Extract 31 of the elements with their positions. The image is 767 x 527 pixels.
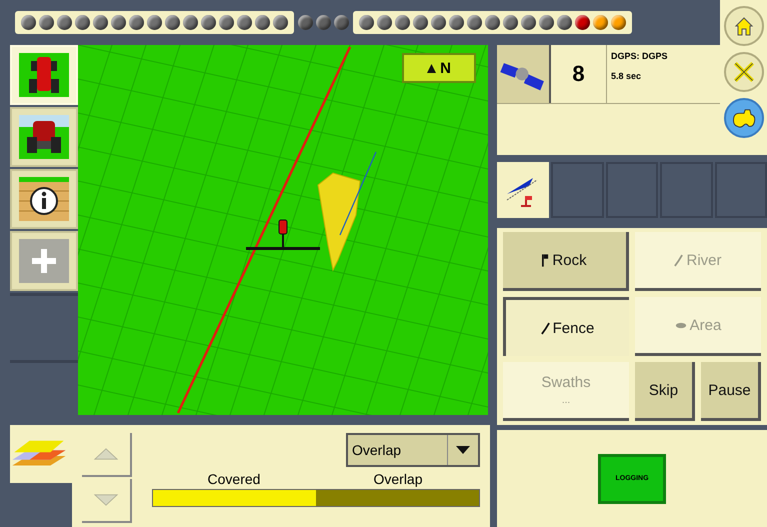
correction-age: 5.8 sec: [611, 71, 642, 81]
area-icon: [674, 322, 687, 328]
coverage-dropdown[interactable]: Overlap: [346, 433, 480, 467]
tractor-button[interactable]: [724, 98, 764, 138]
legend-label: Covered: [206, 471, 262, 487]
action-button[interactable]: Skip: [635, 362, 695, 421]
home-button[interactable]: [724, 6, 764, 46]
down-arrow-icon: [93, 494, 119, 506]
line-icon: [540, 322, 550, 334]
mapping-button[interactable]: Fence: [503, 297, 629, 356]
legend-label: Overlap: [372, 471, 424, 487]
info-icon: [19, 177, 69, 221]
tools-button[interactable]: [724, 52, 764, 92]
tractor-top-view-icon: [19, 53, 69, 97]
scroll-down-button[interactable]: [82, 479, 132, 523]
flag-icon: [542, 254, 550, 266]
satellite-button[interactable]: [497, 45, 551, 103]
dropdown-arrow-icon: [455, 445, 471, 455]
up-arrow-icon: [93, 448, 119, 460]
mapping-button[interactable]: Rock: [503, 232, 629, 291]
satellite-count: 8: [551, 45, 607, 103]
north-arrow-icon: [427, 64, 436, 72]
info-button[interactable]: [10, 169, 78, 229]
north-indicator[interactable]: N: [402, 53, 476, 83]
field-map[interactable]: N: [78, 45, 488, 415]
add-icon: [19, 239, 69, 283]
tractor-front-view-icon: [19, 115, 69, 159]
gps-mode: DGPS: DGPS: [611, 51, 668, 61]
action-button[interactable]: Pause: [701, 362, 761, 421]
view-button[interactable]: [10, 107, 78, 167]
line-icon: [674, 254, 684, 266]
